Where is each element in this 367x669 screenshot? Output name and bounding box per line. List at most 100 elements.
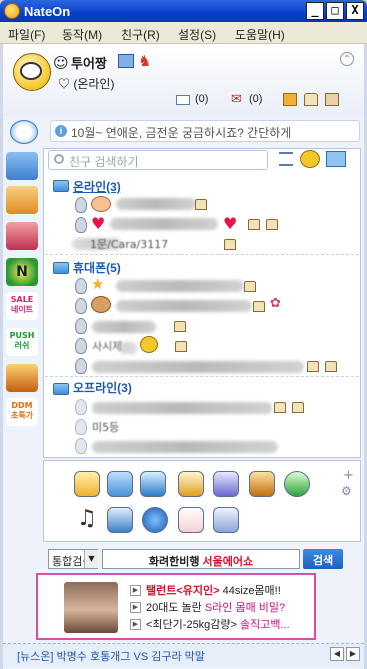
chevron-down-icon[interactable]: ▼ — [84, 550, 98, 568]
ad-line1-text[interactable]: 44size몸매!! — [220, 585, 281, 597]
friend-name-blurred[interactable] — [92, 441, 278, 453]
friend-name-blurred[interactable] — [92, 361, 304, 373]
game-icon[interactable] — [6, 222, 38, 250]
minihompy-icon[interactable] — [224, 239, 236, 250]
mail-count: (0) — [195, 93, 209, 105]
menu-action[interactable]: 동작(M) — [62, 26, 102, 43]
group-offline[interactable]: 오프라인(3) — [73, 379, 132, 396]
ad-line1-highlight[interactable]: 탤런트<유지인> — [146, 585, 220, 597]
status-text[interactable]: ♡ (온라인) — [58, 75, 114, 92]
search-keyword-input[interactable]: 화려한비행 서울에어쇼 — [102, 549, 300, 569]
add-app-icon[interactable]: + — [343, 468, 354, 483]
file-transfer-icon[interactable] — [249, 471, 275, 497]
search-button[interactable]: 검색 — [303, 549, 343, 569]
memo-pad-icon[interactable] — [178, 471, 204, 497]
home-icon[interactable] — [325, 361, 337, 372]
friend-name-blurred[interactable] — [110, 218, 218, 230]
cyworld-icon[interactable] — [6, 152, 38, 180]
arrow-right-icon: ▶ — [130, 585, 141, 596]
search-input[interactable]: 친구 검색하기 — [48, 150, 268, 170]
chat-bubble-icon — [20, 62, 42, 80]
smiley-emoticon-icon: ☺ — [53, 54, 69, 72]
menu-friend[interactable]: 친구(R) — [121, 26, 160, 43]
card-icon[interactable] — [107, 507, 133, 533]
prev-news-icon[interactable]: ◀ — [330, 647, 344, 661]
close-button[interactable]: X — [346, 2, 364, 20]
minihompy-icon[interactable] — [244, 281, 256, 292]
friend-name-blurred[interactable] — [116, 280, 244, 292]
menu-file[interactable]: 파일(F) — [8, 26, 45, 43]
minihompy-icon[interactable] — [253, 301, 265, 312]
nate-globe-icon[interactable] — [142, 507, 168, 533]
mobile-status-icon — [75, 298, 87, 314]
add-group-icon[interactable] — [326, 151, 346, 167]
friend-name-blurred[interactable] — [116, 300, 252, 312]
ad-banner[interactable]: ▶ 탤런트<유지인> 44size몸매!! ▶ 20대도 놀란 S라인 몸매 비… — [36, 573, 316, 640]
smiley-icon — [140, 336, 158, 353]
nateon-chat-icon[interactable] — [10, 120, 38, 144]
avatar[interactable] — [13, 53, 51, 91]
music-icon[interactable]: ♫ — [77, 506, 97, 531]
minihompy-icon[interactable] — [283, 93, 297, 106]
phone-icon[interactable] — [140, 471, 166, 497]
minihompy-icon[interactable] — [195, 199, 207, 210]
friend-name-partial: 1문/Cara/3117 — [90, 238, 169, 251]
friend-name-blurred[interactable] — [92, 402, 272, 414]
heart-icon: ♥ — [223, 214, 238, 233]
group-chat-icon[interactable] — [74, 471, 100, 497]
menu-settings[interactable]: 설정(S) — [178, 26, 216, 43]
list-view-icon[interactable] — [279, 152, 293, 166]
nickname[interactable]: 투어짱 — [71, 53, 107, 72]
minihompy-icon[interactable] — [174, 321, 186, 332]
home-icon[interactable] — [304, 93, 318, 106]
minihompy-icon[interactable] — [274, 402, 286, 413]
divider — [45, 376, 359, 377]
sale-icon[interactable]: SALE 네이트 — [6, 292, 38, 320]
memo-icon[interactable]: ✉ — [231, 93, 245, 106]
settings-icon[interactable]: ⚙ — [341, 484, 352, 498]
ad-line3-text[interactable]: <최단기-25kg감량> — [146, 619, 237, 631]
sms-icon[interactable] — [107, 471, 133, 497]
friend-name-blurred[interactable] — [92, 321, 156, 333]
ad-line2-text[interactable]: 20대도 놀란 — [146, 602, 205, 614]
minihompy-icon[interactable] — [248, 219, 260, 230]
maximize-button[interactable]: □ — [326, 2, 344, 20]
desk-icon[interactable] — [213, 507, 239, 533]
notice-bar[interactable]: i 10월~ 연애운, 금전운 궁금하시죠? 간단하게 — [50, 120, 360, 142]
gift-icon[interactable] — [325, 93, 339, 106]
video-call-icon[interactable] — [213, 471, 239, 497]
news-ticker[interactable]: [뉴스온] 박명수 호통개그 VS 김구라 막말 — [3, 643, 364, 667]
collapse-icon[interactable]: ⌃ — [340, 52, 354, 66]
nate-icon[interactable]: N — [6, 258, 38, 286]
ddm-icon[interactable]: DDM 초특가 — [6, 398, 38, 426]
ad-line3-highlight[interactable]: 솔직고백... — [237, 619, 290, 631]
group-mobile[interactable]: 휴대폰(5) — [73, 259, 121, 276]
minihompy-icon[interactable] — [175, 341, 187, 352]
news-text[interactable]: [뉴스온] 박명수 호통개그 VS 김구라 막말 — [17, 651, 205, 663]
ad-photo[interactable] — [64, 582, 118, 633]
friend-name-blurred[interactable] — [116, 198, 196, 210]
minimize-button[interactable]: _ — [306, 2, 324, 20]
group-online[interactable]: 온라인(3) — [73, 178, 121, 195]
push-icon[interactable]: PUSH 러쉬 — [6, 328, 38, 356]
friend-name-blurred[interactable] — [118, 342, 138, 354]
security-icon[interactable] — [284, 471, 310, 497]
stock-chart-icon[interactable] — [178, 507, 204, 533]
candy-icon: ✿ — [270, 296, 281, 311]
add-friend-icon[interactable] — [300, 150, 320, 168]
friend-avatar — [91, 196, 111, 212]
diary-icon[interactable] — [6, 186, 38, 214]
arrow-right-icon: ▶ — [130, 619, 141, 630]
mail-icon[interactable] — [176, 95, 190, 105]
movie-icon[interactable] — [6, 364, 38, 392]
keyword-highlight: 서울에어쇼 — [202, 556, 254, 568]
mobile-status-icon — [75, 318, 87, 334]
home-icon[interactable] — [266, 219, 278, 230]
home-icon[interactable] — [292, 402, 304, 413]
menu-help[interactable]: 도움말(H) — [235, 26, 285, 43]
minihompy-icon[interactable] — [307, 361, 319, 372]
ad-line2-highlight[interactable]: S라인 몸매 비밀? — [205, 602, 285, 614]
title-bar[interactable]: NateOn _ □ X — [0, 0, 367, 22]
info-icon: i — [55, 125, 67, 137]
next-news-icon[interactable]: ▶ — [346, 647, 360, 661]
